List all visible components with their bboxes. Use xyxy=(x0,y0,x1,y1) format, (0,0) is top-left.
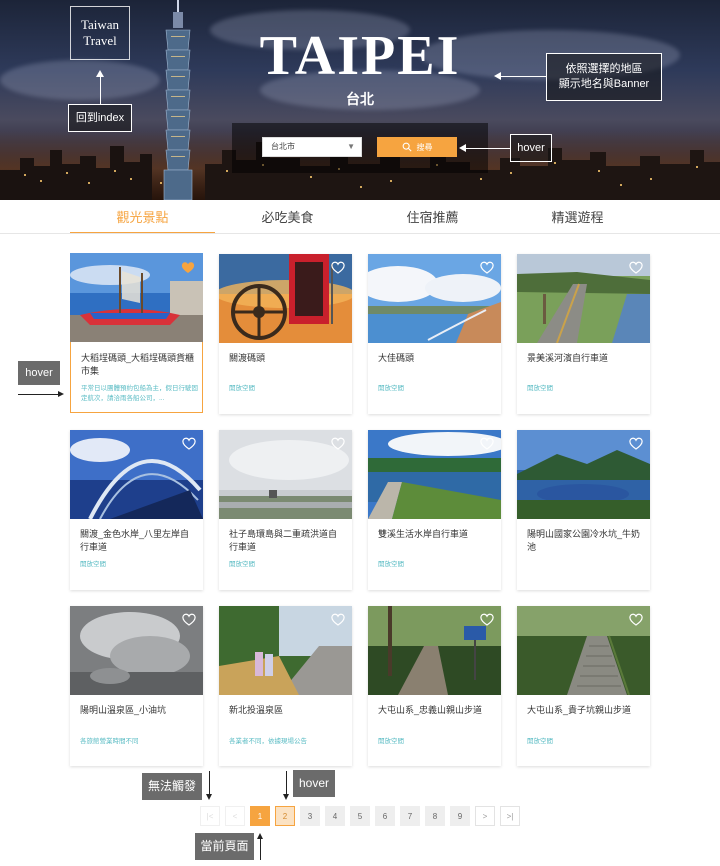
note-arrow-banner xyxy=(500,76,546,77)
page-button-9[interactable]: 9 xyxy=(450,806,470,826)
search-button-label: 搜尋 xyxy=(416,142,433,152)
city-select[interactable]: 台北市 ▼ xyxy=(262,137,362,157)
annotation-card-hover: hover xyxy=(18,361,60,385)
tab-attractions[interactable]: 觀光景點 xyxy=(70,204,215,234)
arrowhead-left xyxy=(459,144,466,152)
tabs-divider xyxy=(0,233,720,234)
page-button-2[interactable]: 2 xyxy=(275,806,295,826)
card-title: 大屯山系_貴子坑親山步道 xyxy=(527,705,632,715)
arrowhead-down xyxy=(283,794,289,800)
page-button-7[interactable]: 7 xyxy=(400,806,420,826)
note-arrow-logo xyxy=(100,76,101,104)
last-page-button[interactable]: >| xyxy=(500,806,520,826)
arrowhead-down xyxy=(206,794,212,800)
prev-page-icon: < xyxy=(232,811,238,821)
page-button-5[interactable]: 5 xyxy=(350,806,370,826)
caret-down-icon: ▼ xyxy=(347,142,355,151)
heart-outline-icon[interactable] xyxy=(480,261,494,274)
tab-tours[interactable]: 精選遊程 xyxy=(505,204,650,234)
page-button-3[interactable]: 3 xyxy=(300,806,320,826)
page-button-6[interactable]: 6 xyxy=(375,806,395,826)
card-description: 開放空間 xyxy=(80,561,106,568)
card-description: 各業者不同，依據現場公告 xyxy=(229,738,307,745)
annotation-banner-note: 依照選擇的地區 顯示地名與Banner xyxy=(546,53,662,101)
arrowhead-up xyxy=(257,833,263,839)
first-page-button[interactable]: |< xyxy=(200,806,220,826)
search-icon xyxy=(402,142,412,152)
annotation-search-hover: hover xyxy=(510,134,552,162)
attraction-card[interactable]: 關渡碼頭 開放空間 xyxy=(219,254,352,414)
card-title: 大屯山系_忠義山親山步道 xyxy=(378,705,483,715)
city-select-value: 台北市 xyxy=(271,142,295,151)
card-description: 開放空間 xyxy=(378,385,404,392)
attraction-card[interactable]: 新北投溫泉區 各業者不同，依據現場公告 xyxy=(219,606,352,766)
card-description: 開放空間 xyxy=(229,385,255,392)
tab-lodging[interactable]: 住宿推薦 xyxy=(360,204,505,234)
heart-outline-icon[interactable] xyxy=(331,613,345,626)
arrowhead-up xyxy=(96,70,104,77)
first-page-icon: |< xyxy=(206,811,214,821)
card-title: 景美溪河濱自行車道 xyxy=(527,353,609,363)
annotation-banner-line2: 顯示地名與Banner xyxy=(558,78,650,90)
attraction-card[interactable]: 陽明山溫泉區_小油坑 各旅館營業時間不同 xyxy=(70,606,203,766)
attraction-card[interactable]: 景美溪河濱自行車道 開放空間 xyxy=(517,254,650,414)
attraction-card[interactable]: 雙溪生活水岸自行車道 開放空間 xyxy=(368,430,501,590)
card-description: 開放空間 xyxy=(527,738,553,745)
card-title: 關渡碼頭 xyxy=(229,353,266,363)
search-panel: 台北市 ▼ 搜尋 xyxy=(232,123,488,173)
card-title: 關渡_金色水岸_八里左岸自行車道 xyxy=(80,529,190,552)
attraction-card[interactable]: 大稻埕碼頭_大稻埕碼頭貨櫃市集 平常日以團體預約包船為主，假日行駛固定航次，請洽… xyxy=(70,253,203,413)
heart-outline-icon[interactable] xyxy=(331,261,345,274)
heart-outline-icon[interactable] xyxy=(480,613,494,626)
card-description: 開放空間 xyxy=(378,561,404,568)
heart-outline-icon[interactable] xyxy=(182,437,196,450)
heart-outline-icon[interactable] xyxy=(331,437,345,450)
note-arrow-disabled xyxy=(209,771,210,795)
heart-outline-icon[interactable] xyxy=(480,437,494,450)
category-tabs: 觀光景點 必吃美食 住宿推薦 精選遊程 xyxy=(70,204,650,234)
prev-page-button[interactable]: < xyxy=(225,806,245,826)
heart-outline-icon[interactable] xyxy=(182,613,196,626)
note-arrow-current xyxy=(260,838,261,860)
hero-banner: Taiwan Travel TAIPEI 台北 台北市 ▼ 搜尋 回到index… xyxy=(0,0,720,200)
page-button-8[interactable]: 8 xyxy=(425,806,445,826)
attraction-card[interactable]: 關渡_金色水岸_八里左岸自行車道 開放空間 xyxy=(70,430,203,590)
annotation-back-to-index: 回到index xyxy=(68,104,132,132)
next-page-button[interactable]: > xyxy=(475,806,495,826)
heart-outline-icon[interactable] xyxy=(629,437,643,450)
heart-filled-icon[interactable] xyxy=(181,261,195,274)
attraction-card[interactable]: 陽明山國家公園冷水坑_牛奶池 xyxy=(517,430,650,590)
annotation-banner-line1: 依照選擇的地區 xyxy=(565,63,643,75)
note-arrow-search xyxy=(465,148,510,149)
card-description: 開放空間 xyxy=(378,738,404,745)
card-title: 新北投溫泉區 xyxy=(229,705,284,715)
attraction-card[interactable]: 大佳碼頭 開放空間 xyxy=(368,254,501,414)
tab-food[interactable]: 必吃美食 xyxy=(215,204,360,234)
card-description: 開放空間 xyxy=(229,561,255,568)
attraction-card[interactable]: 大屯山系_貴子坑親山步道 開放空間 xyxy=(517,606,650,766)
search-button[interactable]: 搜尋 xyxy=(377,137,457,157)
attraction-card[interactable]: 大屯山系_忠義山親山步道 開放空間 xyxy=(368,606,501,766)
heart-outline-icon[interactable] xyxy=(629,613,643,626)
card-title: 大稻埕碼頭_大稻埕碼頭貨櫃市集 xyxy=(81,353,195,376)
attraction-card[interactable]: 社子島環島與二重疏洪道自行車道 開放空間 xyxy=(219,430,352,590)
card-title: 社子島環島與二重疏洪道自行車道 xyxy=(229,529,338,552)
arrowhead-left xyxy=(494,72,501,80)
note-arrow-page-hover xyxy=(286,771,287,795)
card-description: 各旅館營業時間不同 xyxy=(80,738,139,745)
card-title: 雙溪生活水岸自行車道 xyxy=(378,529,469,539)
note-arrow-card xyxy=(18,394,60,395)
card-description: 開放空間 xyxy=(527,385,553,392)
annotation-current-page: 當前頁面 xyxy=(195,833,254,860)
card-title: 陽明山國家公園冷水坑_牛奶池 xyxy=(527,529,641,552)
card-title: 大佳碼頭 xyxy=(378,353,415,363)
heart-outline-icon[interactable] xyxy=(629,261,643,274)
card-description: 平常日以團體預約包船為主，假日行駛固定航次，請洽雨各船公司，... xyxy=(81,385,198,402)
arrowhead-right xyxy=(58,391,64,397)
annotation-disabled: 無法觸發 xyxy=(142,773,202,800)
card-title: 陽明山溫泉區_小油坑 xyxy=(80,705,167,715)
page-button-4[interactable]: 4 xyxy=(325,806,345,826)
annotation-page-hover: hover xyxy=(293,770,335,797)
page-button-1[interactable]: 1 xyxy=(250,806,270,826)
